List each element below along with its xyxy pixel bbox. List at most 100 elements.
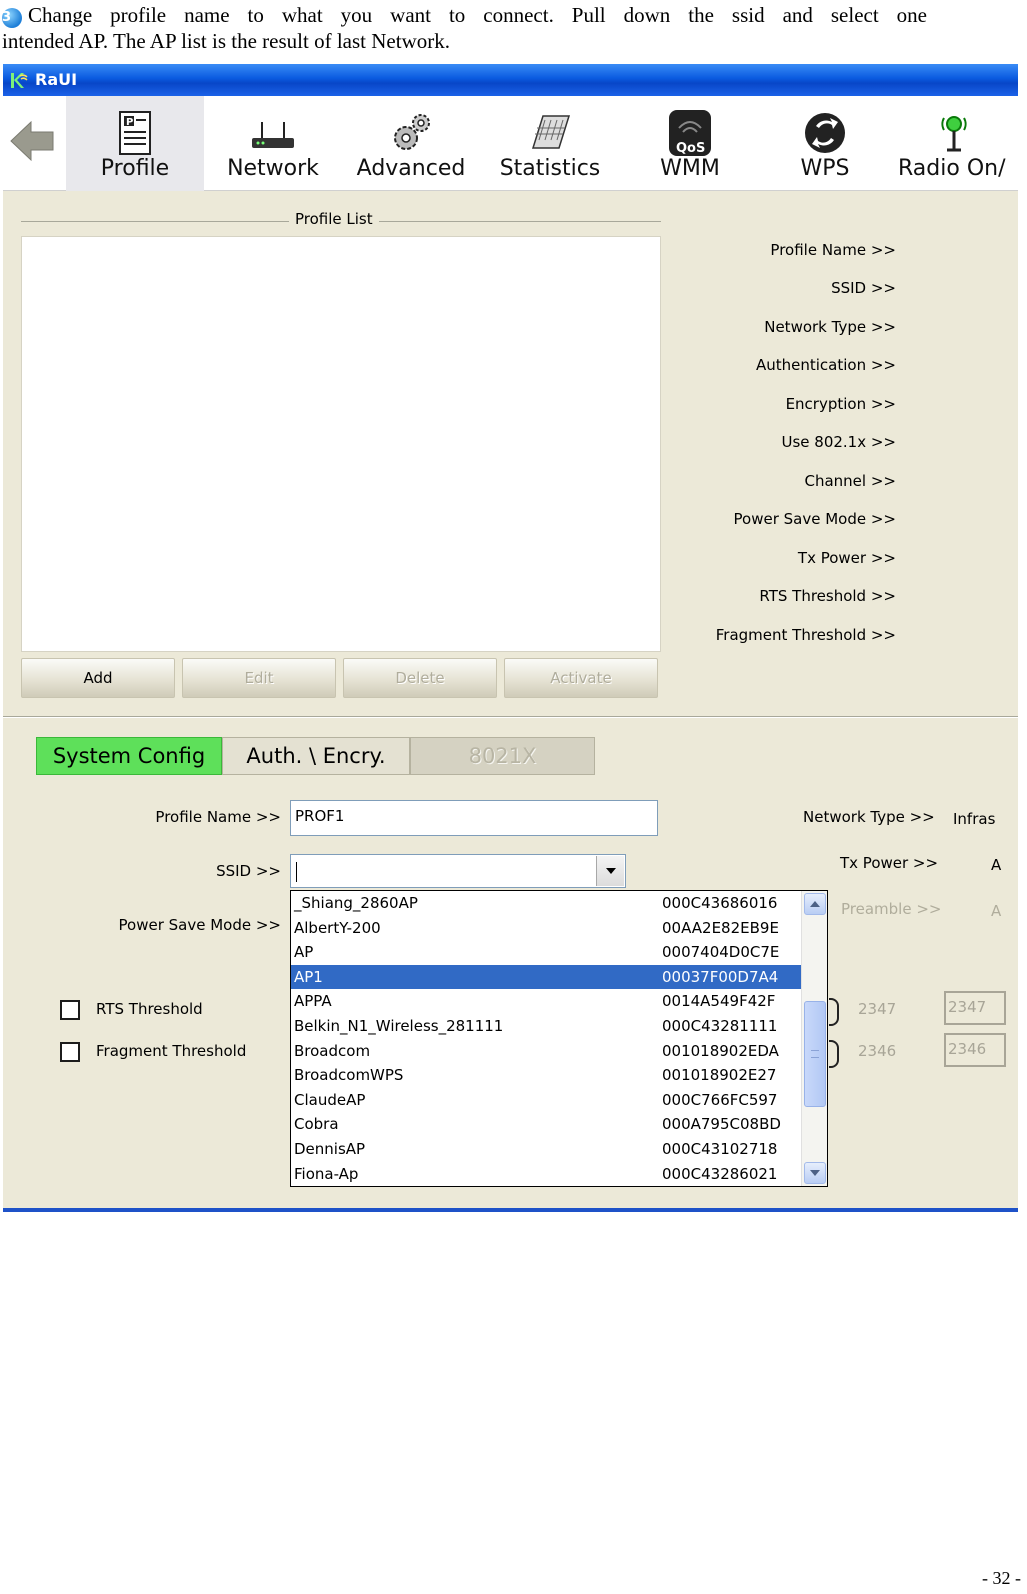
ssid-option-mac: 000C766FC597 [662, 1090, 778, 1109]
ssid-option-name: AlbertY-200 [294, 918, 381, 937]
toolbar-advanced[interactable]: Advanced [342, 96, 480, 191]
toolbar-label-wmm: WMM [660, 156, 720, 181]
advanced-icon [394, 114, 430, 150]
profile-name-label: Profile Name >> [155, 808, 281, 826]
frag-slider-bracket [829, 1040, 839, 1068]
detail-power-save-mode: Power Save Mode >> [733, 510, 896, 528]
fragment-threshold-value: 2346 [858, 1042, 897, 1060]
rts-threshold-input[interactable]: 2347 [944, 991, 1006, 1025]
toolbar-label-radio: Radio On/ [898, 156, 1006, 181]
back-arrow-icon[interactable] [7, 116, 59, 166]
ssid-option-name: AP [294, 943, 314, 962]
page-number: - 32 - [982, 1568, 1021, 1588]
tab-8021x[interactable]: 8021X [410, 737, 595, 775]
wps-icon [805, 113, 845, 153]
network-icon [252, 122, 294, 148]
ssid-option-mac: 000C43286021 [662, 1164, 778, 1183]
step-number-icon: 3 [2, 8, 22, 28]
window-title: RaUI [35, 70, 78, 89]
ssid-option[interactable]: Belkin_N1_Wireless_281111 000C43281111 [291, 1014, 801, 1039]
ssid-option-mac: 0014A549F42F [662, 992, 776, 1011]
ssid-option-name: APPA [294, 992, 332, 1011]
detail-channel: Channel >> [804, 472, 897, 490]
ssid-option-name: Broadcom [294, 1041, 371, 1060]
add-button[interactable]: Add [21, 658, 175, 698]
toolbar-wmm[interactable]: QoS WMM [620, 96, 760, 191]
network-type-value[interactable]: Infras [953, 810, 995, 828]
title-bar: RaUI [3, 64, 1018, 96]
statistics-icon [531, 115, 571, 149]
ssid-option-mac: 00AA2E82EB9E [662, 918, 779, 937]
wmm-icon: QoS [669, 110, 711, 156]
ssid-option-mac: 000C43102718 [662, 1140, 778, 1158]
fragment-threshold-input[interactable]: 2346 [944, 1033, 1006, 1067]
toolbar-profile[interactable]: P Profile [66, 96, 204, 191]
ssid-option-mac: 000C43281111 [662, 1017, 778, 1035]
section-divider [3, 716, 1018, 718]
ssid-option[interactable]: AlbertY-200 00AA2E82EB9E [291, 916, 801, 941]
tab-auth-encry[interactable]: Auth. \ Encry. [222, 737, 410, 775]
ssid-option[interactable]: Cobra 000A795C08BD [291, 1112, 801, 1137]
scroll-down-icon[interactable] [804, 1162, 826, 1184]
ssid-option-name: BroadcomWPS [294, 1066, 404, 1085]
ssid-option[interactable]: _Shiang_2860AP 000C43686016 [291, 891, 801, 916]
detail-profile-name: Profile Name >> [770, 241, 896, 259]
toolbar-label-wps: WPS [800, 156, 850, 181]
ssid-option[interactable]: Broadcom 001018902EDA [291, 1039, 801, 1064]
power-save-label: Power Save Mode >> [118, 916, 281, 934]
scroll-thumb[interactable] [804, 1001, 826, 1107]
instruction-line-2: intended AP. The AP list is the result o… [2, 29, 450, 53]
ssid-dropdown-list[interactable]: _Shiang_2860AP 000C43686016 AlbertY-200 00… [290, 890, 828, 1187]
ssid-option[interactable]: Fiona-Ap 000C43286021 [291, 1162, 801, 1186]
dropdown-scrollbar[interactable] [801, 891, 827, 1186]
rts-threshold-checkbox[interactable] [60, 1000, 80, 1020]
rts-threshold-value: 2347 [858, 1000, 897, 1018]
ssid-option-name: ClaudeAP [294, 1090, 366, 1109]
ssid-option-selected[interactable]: AP1 00037F00D7A4 [291, 964, 801, 990]
fragment-threshold-checkbox[interactable] [60, 1042, 80, 1062]
preamble-label: Preamble >> [841, 900, 942, 918]
ssid-option[interactable]: BroadcomWPS 001018902E27 [291, 1063, 801, 1088]
tx-power-label: Tx Power >> [840, 854, 939, 872]
raui-window: RaUI P Profile Network Advanced Statisti… [3, 64, 1018, 1212]
toolbar-radio[interactable]: Radio On/ [890, 96, 1018, 191]
detail-tx-power: Tx Power >> [797, 549, 896, 567]
ssid-option[interactable]: AP 0007404D0C7E [291, 940, 801, 965]
profile-list-box[interactable] [21, 236, 661, 652]
tab-system-config[interactable]: System Config [36, 737, 222, 775]
text-caret [296, 862, 297, 882]
ssid-option[interactable]: ClaudeAP 000C766FC597 [291, 1088, 801, 1113]
ssid-option[interactable]: DennisAP 000C43102718 [291, 1137, 801, 1162]
edit-button[interactable]: Edit [182, 658, 336, 698]
ssid-option-mac: 0007404D0C7E [662, 943, 780, 962]
ssid-option-name: Fiona-Ap [294, 1164, 359, 1183]
toolbar-label-statistics: Statistics [499, 156, 601, 181]
profile-name-input[interactable]: PROF1 [290, 800, 658, 836]
ssid-option-name: _Shiang_2860AP [294, 894, 418, 912]
chevron-down-icon[interactable] [596, 856, 624, 886]
ssid-combobox[interactable] [290, 854, 626, 888]
ssid-option-mac: 001018902E27 [662, 1066, 777, 1085]
profile-list-title: Profile List [289, 210, 379, 228]
ssid-option-name: Cobra [294, 1115, 339, 1134]
network-type-label: Network Type >> [803, 808, 935, 826]
ssid-option-mac: 001018902EDA [662, 1041, 779, 1060]
tx-power-value[interactable]: A [991, 856, 1001, 874]
wmm-badge-text: QoS [676, 141, 705, 156]
scroll-up-icon[interactable] [804, 893, 826, 915]
ssid-option-mac: 00037F00D7A4 [662, 967, 779, 986]
toolbar-network[interactable]: Network [204, 96, 342, 191]
preamble-value[interactable]: A [991, 902, 1001, 920]
svg-text:P: P [126, 117, 133, 128]
detail-ssid: SSID >> [831, 279, 896, 297]
toolbar-wps[interactable]: WPS [760, 96, 890, 191]
ssid-option[interactable]: APPA 0014A549F42F [291, 989, 801, 1014]
ssid-option-mac: 000A795C08BD [662, 1115, 781, 1134]
toolbar-statistics[interactable]: Statistics [480, 96, 620, 191]
detail-rts-threshold: RTS Threshold >> [759, 587, 896, 605]
delete-button[interactable]: Delete [343, 658, 497, 698]
fragment-threshold-label: Fragment Threshold [96, 1042, 247, 1060]
main-toolbar: P Profile Network Advanced Statistics Qo… [3, 96, 1018, 191]
activate-button[interactable]: Activate [504, 658, 658, 698]
ssid-label: SSID >> [216, 862, 281, 880]
